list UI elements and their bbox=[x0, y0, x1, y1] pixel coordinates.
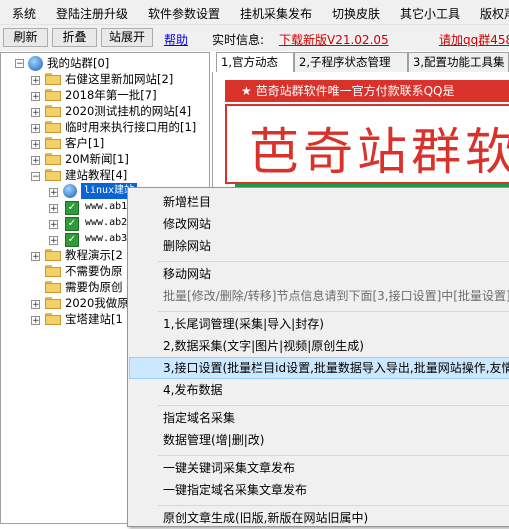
menu-separator bbox=[158, 405, 509, 406]
tree-site[interactable]: www.ab3 bbox=[85, 231, 127, 247]
menu-move-site[interactable]: 移动网站 bbox=[129, 263, 509, 285]
expand-icon[interactable]: + bbox=[31, 140, 40, 150]
menu-original-article[interactable]: 原创文章生成(旧版,新版在网站旧属中) bbox=[129, 507, 509, 529]
folder-open-icon bbox=[45, 169, 61, 181]
folder-icon bbox=[45, 297, 61, 309]
menu-delete-site[interactable]: 删除网站 bbox=[129, 235, 509, 257]
tab-subprogram-status[interactable]: 2,子程序状态管理 bbox=[294, 52, 408, 72]
expand-icon[interactable]: + bbox=[31, 124, 40, 134]
site-check-icon: ✓ bbox=[65, 201, 79, 215]
expand-icon[interactable]: + bbox=[49, 220, 58, 230]
tree-group[interactable]: 需要伪原创 bbox=[65, 279, 123, 295]
info-label: 实时信息: bbox=[212, 33, 265, 47]
expand-icon[interactable]: + bbox=[31, 316, 40, 326]
collapse-icon[interactable]: − bbox=[15, 59, 24, 69]
folder-icon bbox=[45, 281, 61, 293]
menu-bar: 系统 登陆注册升级 软件参数设置 挂机采集发布 切换皮肤 其它小工具 版权声 bbox=[0, 0, 509, 25]
folder-icon bbox=[45, 313, 61, 325]
tree-group[interactable]: 20M新闻[1] bbox=[65, 151, 129, 167]
site-globe-icon bbox=[63, 184, 77, 198]
tree-group[interactable]: 建站教程[4] bbox=[65, 167, 127, 183]
qq-group-link[interactable]: 请加qq群4585 bbox=[439, 31, 509, 48]
tab-config-tools[interactable]: 3,配置功能工具集 bbox=[408, 52, 509, 72]
folder-icon bbox=[45, 73, 61, 85]
tree-group[interactable]: 临时用来执行接口用的[1] bbox=[65, 119, 196, 135]
expand-icon[interactable]: + bbox=[49, 236, 58, 246]
expand-icon[interactable]: + bbox=[49, 204, 58, 214]
refresh-button[interactable]: 刷新 bbox=[3, 28, 48, 47]
menu-domain-collect-publish[interactable]: 一键指定域名采集文章发布 bbox=[129, 479, 509, 501]
expand-icon[interactable]: + bbox=[31, 300, 40, 310]
menu-add-column[interactable]: 新增栏目 bbox=[129, 191, 509, 213]
globe-icon bbox=[28, 56, 43, 71]
menu-separator bbox=[158, 505, 509, 506]
tree-group[interactable]: 教程演示[2 bbox=[65, 247, 123, 263]
collapse-button[interactable]: 折叠 bbox=[52, 28, 97, 47]
expand-icon[interactable]: + bbox=[31, 156, 40, 166]
menu-collect-publish[interactable]: 挂机采集发布 bbox=[240, 5, 312, 22]
folder-icon bbox=[45, 265, 61, 277]
site-check-icon: ✓ bbox=[65, 217, 79, 231]
menu-separator bbox=[158, 455, 509, 456]
folder-icon bbox=[45, 153, 61, 165]
logo-box: 芭奇站群软 bbox=[225, 104, 509, 184]
folder-icon bbox=[45, 105, 61, 117]
menu-settings[interactable]: 软件参数设置 bbox=[148, 5, 220, 22]
tree-group[interactable]: 2018年第一批[7] bbox=[65, 87, 157, 103]
tree-site[interactable]: www.ab1 bbox=[85, 199, 127, 215]
tree-group[interactable]: 宝塔建站[1 bbox=[65, 311, 123, 327]
context-menu: 新增栏目 修改网站 删除网站 移动网站 批量[修改/删除/转移]节点信息请到下面… bbox=[127, 187, 509, 527]
menu-login-register[interactable]: 登陆注册升级 bbox=[56, 5, 128, 22]
folder-icon bbox=[45, 89, 61, 101]
collapse-icon[interactable]: − bbox=[31, 172, 40, 182]
folder-icon bbox=[45, 121, 61, 133]
tree-site[interactable]: www.ab2 bbox=[85, 215, 127, 231]
menu-publish-data[interactable]: 4,发布数据 bbox=[129, 379, 509, 401]
tree-group[interactable]: 右健这里新加网站[2] bbox=[65, 71, 173, 87]
menu-separator bbox=[158, 261, 509, 262]
expand-icon[interactable]: + bbox=[31, 76, 40, 86]
toolbar: 刷新 折叠 站展开 帮助 实时信息: 下载新版V21.02.05 请加qq群45… bbox=[0, 25, 509, 51]
expand-icon[interactable]: + bbox=[31, 108, 40, 118]
expand-icon[interactable]: + bbox=[49, 188, 58, 198]
expand-icon[interactable]: + bbox=[31, 252, 40, 262]
help-link[interactable]: 帮助 bbox=[164, 31, 188, 48]
menu-tools[interactable]: 其它小工具 bbox=[400, 5, 460, 22]
menu-system[interactable]: 系统 bbox=[12, 5, 36, 22]
menu-data-collect[interactable]: 2,数据采集(文字|图片|视频|原创生成) bbox=[129, 335, 509, 357]
menu-domain-collect[interactable]: 指定域名采集 bbox=[129, 407, 509, 429]
logo-text: 芭奇站群软 bbox=[249, 123, 509, 181]
menu-batch-hint: 批量[修改/删除/转移]节点信息请到下面[3,接口设置]中[批量设置] bbox=[163, 289, 509, 303]
menu-skin[interactable]: 切换皮肤 bbox=[332, 5, 380, 22]
tree-group[interactable]: 2020测试挂机的网站[4] bbox=[65, 103, 191, 119]
tab-bar: 1,官方动态 2,子程序状态管理 3,配置功能工具集 bbox=[212, 52, 509, 73]
menu-keyword-collect-publish[interactable]: 一键关键词采集文章发布 bbox=[129, 457, 509, 479]
tree-group[interactable]: 客户[1] bbox=[65, 135, 104, 151]
menu-separator bbox=[158, 311, 509, 312]
menu-edit-site[interactable]: 修改网站 bbox=[129, 213, 509, 235]
download-link[interactable]: 下载新版V21.02.05 bbox=[279, 31, 389, 48]
menu-data-manage[interactable]: 数据管理(增|删|改) bbox=[129, 429, 509, 451]
expand-sites-button[interactable]: 站展开 bbox=[101, 28, 153, 47]
official-qq-banner: ★ 芭奇站群软件唯一官方付款联系QQ是 bbox=[225, 80, 509, 102]
folder-icon bbox=[45, 249, 61, 261]
folder-icon bbox=[45, 137, 61, 149]
tree-group[interactable]: 2020我做原 bbox=[65, 295, 129, 311]
tree-root[interactable]: 我的站群[0] bbox=[47, 55, 109, 71]
tab-official-news[interactable]: 1,官方动态 bbox=[216, 52, 294, 73]
expand-icon[interactable]: + bbox=[31, 92, 40, 102]
menu-longtail-keywords[interactable]: 1,长尾词管理(采集|导入|封存) bbox=[129, 313, 509, 335]
site-check-icon: ✓ bbox=[65, 233, 79, 247]
menu-copyright[interactable]: 版权声 bbox=[480, 5, 509, 22]
tree-group[interactable]: 不需要伪原 bbox=[65, 263, 123, 279]
menu-interface-settings[interactable]: 3,接口设置(批量栏目id设置,批量数据导入导出,批量网站操作,友情 bbox=[129, 357, 509, 379]
